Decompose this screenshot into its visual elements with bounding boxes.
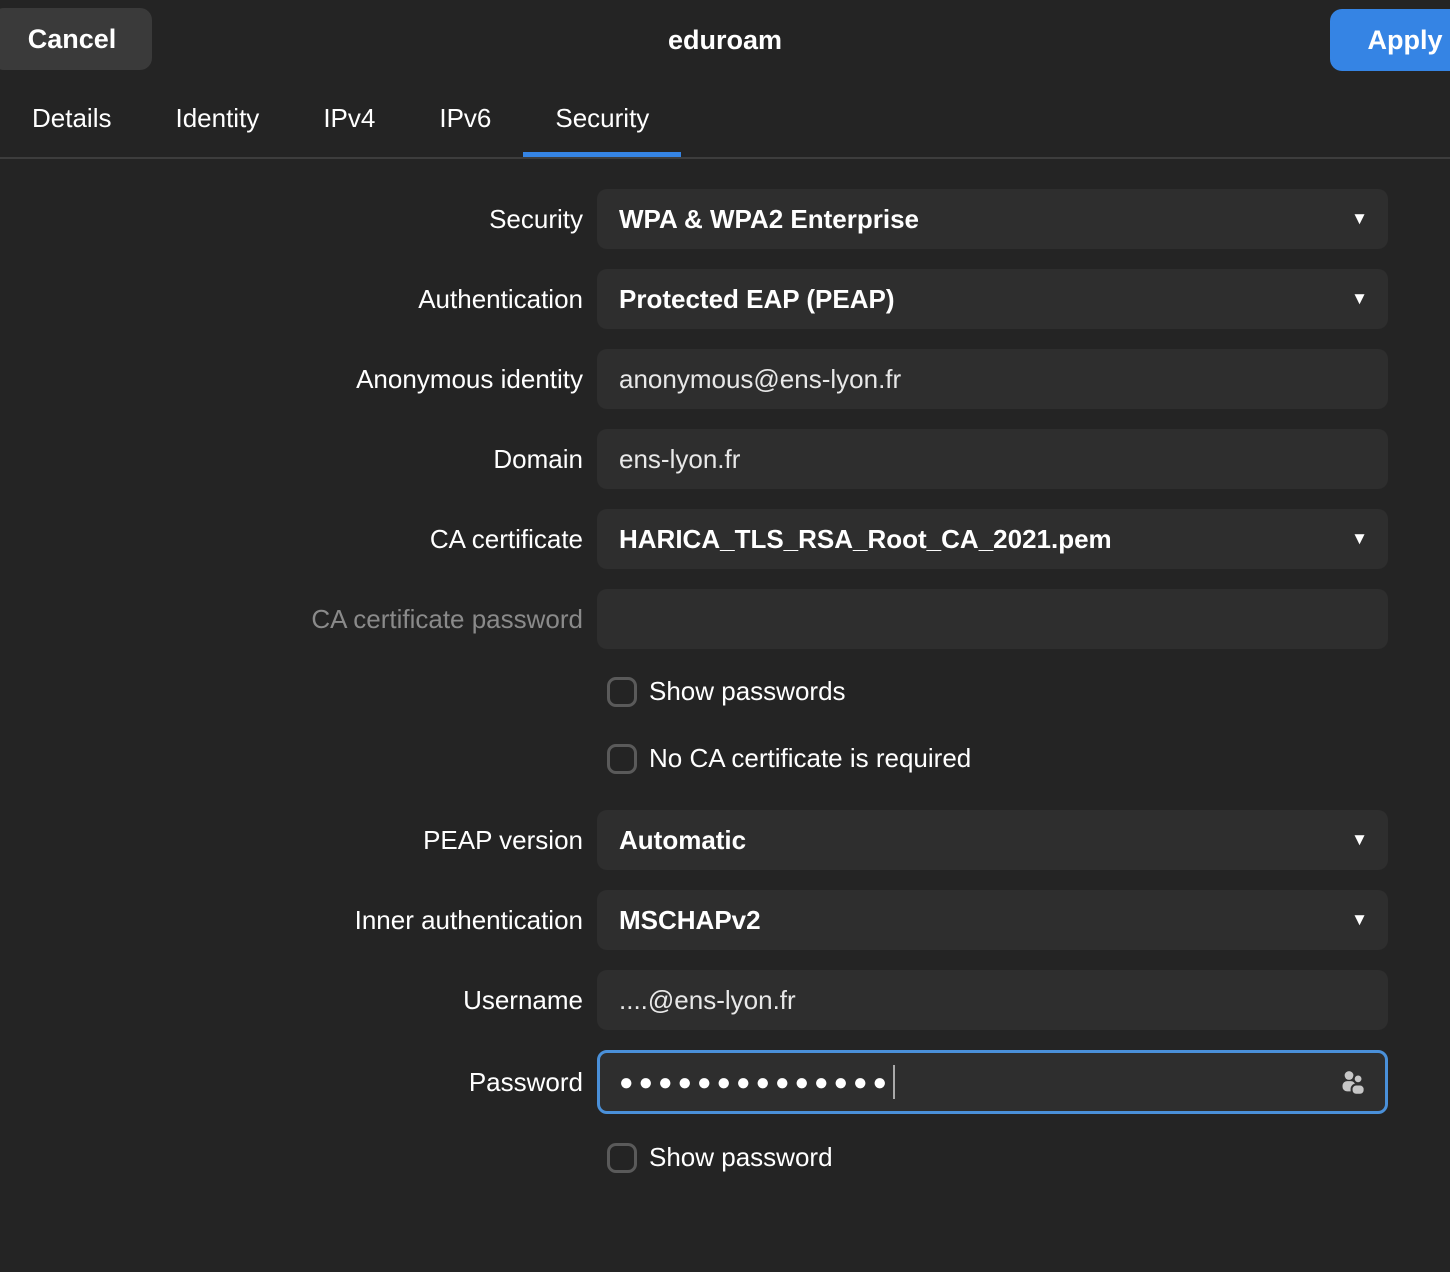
security-form: Security WPA & WPA2 Enterprise ▼ Authent… [0,159,1450,1173]
peap-version-row: PEAP version Automatic ▼ [0,810,1450,870]
peap-version-label: PEAP version [0,825,583,856]
security-dropdown[interactable]: WPA & WPA2 Enterprise ▼ [597,189,1388,249]
no-ca-required-checkbox[interactable] [607,744,637,774]
security-row: Security WPA & WPA2 Enterprise ▼ [0,189,1450,249]
chevron-down-icon: ▼ [1351,289,1368,309]
anonymous-identity-input[interactable] [597,349,1388,409]
username-label: Username [0,985,583,1016]
domain-label: Domain [0,444,583,475]
password-row: Password ●●●●●●●●●●●●●● [0,1050,1450,1114]
text-cursor [893,1065,895,1099]
inner-authentication-dropdown-value: MSCHAPv2 [619,905,761,936]
tab-bar: Details Identity IPv4 IPv6 Security [0,80,1450,159]
ca-certificate-password-input[interactable] [597,589,1388,649]
chevron-down-icon: ▼ [1351,529,1368,549]
show-password-checkbox-row[interactable]: Show password [607,1142,1450,1173]
tab-details[interactable]: Details [0,80,143,157]
no-ca-required-checkbox-row[interactable]: No CA certificate is required [607,743,1450,774]
password-input[interactable]: ●●●●●●●●●●●●●● [597,1050,1388,1114]
tab-ipv4[interactable]: IPv4 [291,80,407,157]
authentication-dropdown-value: Protected EAP (PEAP) [619,284,894,315]
domain-row: Domain [0,429,1450,489]
show-passwords-label: Show passwords [649,676,846,707]
tab-ipv6[interactable]: IPv6 [407,80,523,157]
password-label: Password [0,1067,583,1098]
chevron-down-icon: ▼ [1351,910,1368,930]
anonymous-identity-row: Anonymous identity [0,349,1450,409]
authentication-dropdown[interactable]: Protected EAP (PEAP) ▼ [597,269,1388,329]
ca-certificate-password-label: CA certificate password [0,604,583,635]
security-dropdown-value: WPA & WPA2 Enterprise [619,204,919,235]
show-passwords-checkbox-row[interactable]: Show passwords [607,676,1450,707]
chevron-down-icon: ▼ [1351,830,1368,850]
authentication-row: Authentication Protected EAP (PEAP) ▼ [0,269,1450,329]
username-input[interactable] [597,970,1388,1030]
inner-authentication-label: Inner authentication [0,905,583,936]
ca-certificate-password-row: CA certificate password [0,589,1450,649]
authentication-label: Authentication [0,284,583,315]
tab-identity[interactable]: Identity [143,80,291,157]
window-title: eduroam [0,0,1450,80]
header-bar: Cancel eduroam Apply [0,0,1450,80]
chevron-down-icon: ▼ [1351,209,1368,229]
inner-authentication-dropdown[interactable]: MSCHAPv2 ▼ [597,890,1388,950]
domain-input[interactable] [597,429,1388,489]
peap-version-dropdown-value: Automatic [619,825,746,856]
inner-authentication-row: Inner authentication MSCHAPv2 ▼ [0,890,1450,950]
peap-version-dropdown[interactable]: Automatic ▼ [597,810,1388,870]
show-password-label: Show password [649,1142,833,1173]
apply-button[interactable]: Apply [1330,9,1450,71]
ca-certificate-label: CA certificate [0,524,583,555]
anonymous-identity-label: Anonymous identity [0,364,583,395]
ca-certificate-dropdown-value: HARICA_TLS_RSA_Root_CA_2021.pem [619,524,1112,555]
password-masked-value: ●●●●●●●●●●●●●● [619,1071,892,1095]
ca-certificate-row: CA certificate HARICA_TLS_RSA_Root_CA_20… [0,509,1450,569]
cancel-button[interactable]: Cancel [0,8,152,70]
users-icon[interactable] [1335,1064,1371,1100]
security-label: Security [0,204,583,235]
show-passwords-checkbox[interactable] [607,677,637,707]
no-ca-required-label: No CA certificate is required [649,743,971,774]
show-password-checkbox[interactable] [607,1143,637,1173]
username-row: Username [0,970,1450,1030]
ca-certificate-dropdown[interactable]: HARICA_TLS_RSA_Root_CA_2021.pem ▼ [597,509,1388,569]
tab-security[interactable]: Security [523,80,681,157]
